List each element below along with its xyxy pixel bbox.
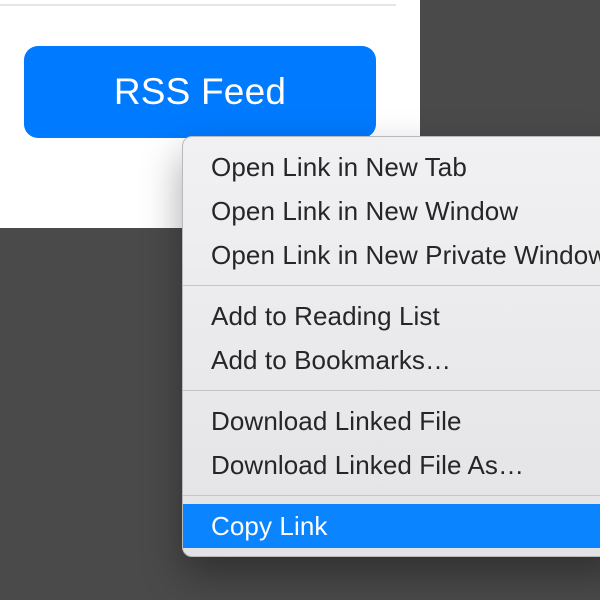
menu-item-open-new-tab[interactable]: Open Link in New Tab (183, 145, 600, 189)
menu-item-label: Copy Link (211, 511, 328, 542)
menu-item-label: Download Linked File As… (211, 450, 524, 481)
menu-item-label: Open Link in New Window (211, 196, 518, 227)
rss-feed-button[interactable]: RSS Feed (24, 46, 376, 138)
horizontal-rule (0, 4, 396, 6)
link-context-menu: Open Link in New Tab Open Link in New Wi… (182, 136, 600, 557)
menu-item-label: Add to Reading List (211, 301, 440, 332)
rss-feed-button-label: RSS Feed (114, 71, 286, 113)
menu-item-copy-link[interactable]: Copy Link (183, 504, 600, 548)
menu-item-label: Open Link in New Private Window (211, 240, 600, 271)
menu-item-label: Download Linked File (211, 406, 462, 437)
menu-item-add-to-reading-list[interactable]: Add to Reading List (183, 294, 600, 338)
menu-separator (183, 285, 600, 286)
menu-item-download-linked-file[interactable]: Download Linked File (183, 399, 600, 443)
menu-item-open-new-window[interactable]: Open Link in New Window (183, 189, 600, 233)
menu-item-label: Add to Bookmarks… (211, 345, 451, 376)
menu-item-add-to-bookmarks[interactable]: Add to Bookmarks… (183, 338, 600, 382)
menu-separator (183, 390, 600, 391)
menu-item-open-new-private-window[interactable]: Open Link in New Private Window (183, 233, 600, 277)
menu-separator (183, 495, 600, 496)
menu-item-label: Open Link in New Tab (211, 152, 467, 183)
menu-item-download-linked-file-as[interactable]: Download Linked File As… (183, 443, 600, 487)
